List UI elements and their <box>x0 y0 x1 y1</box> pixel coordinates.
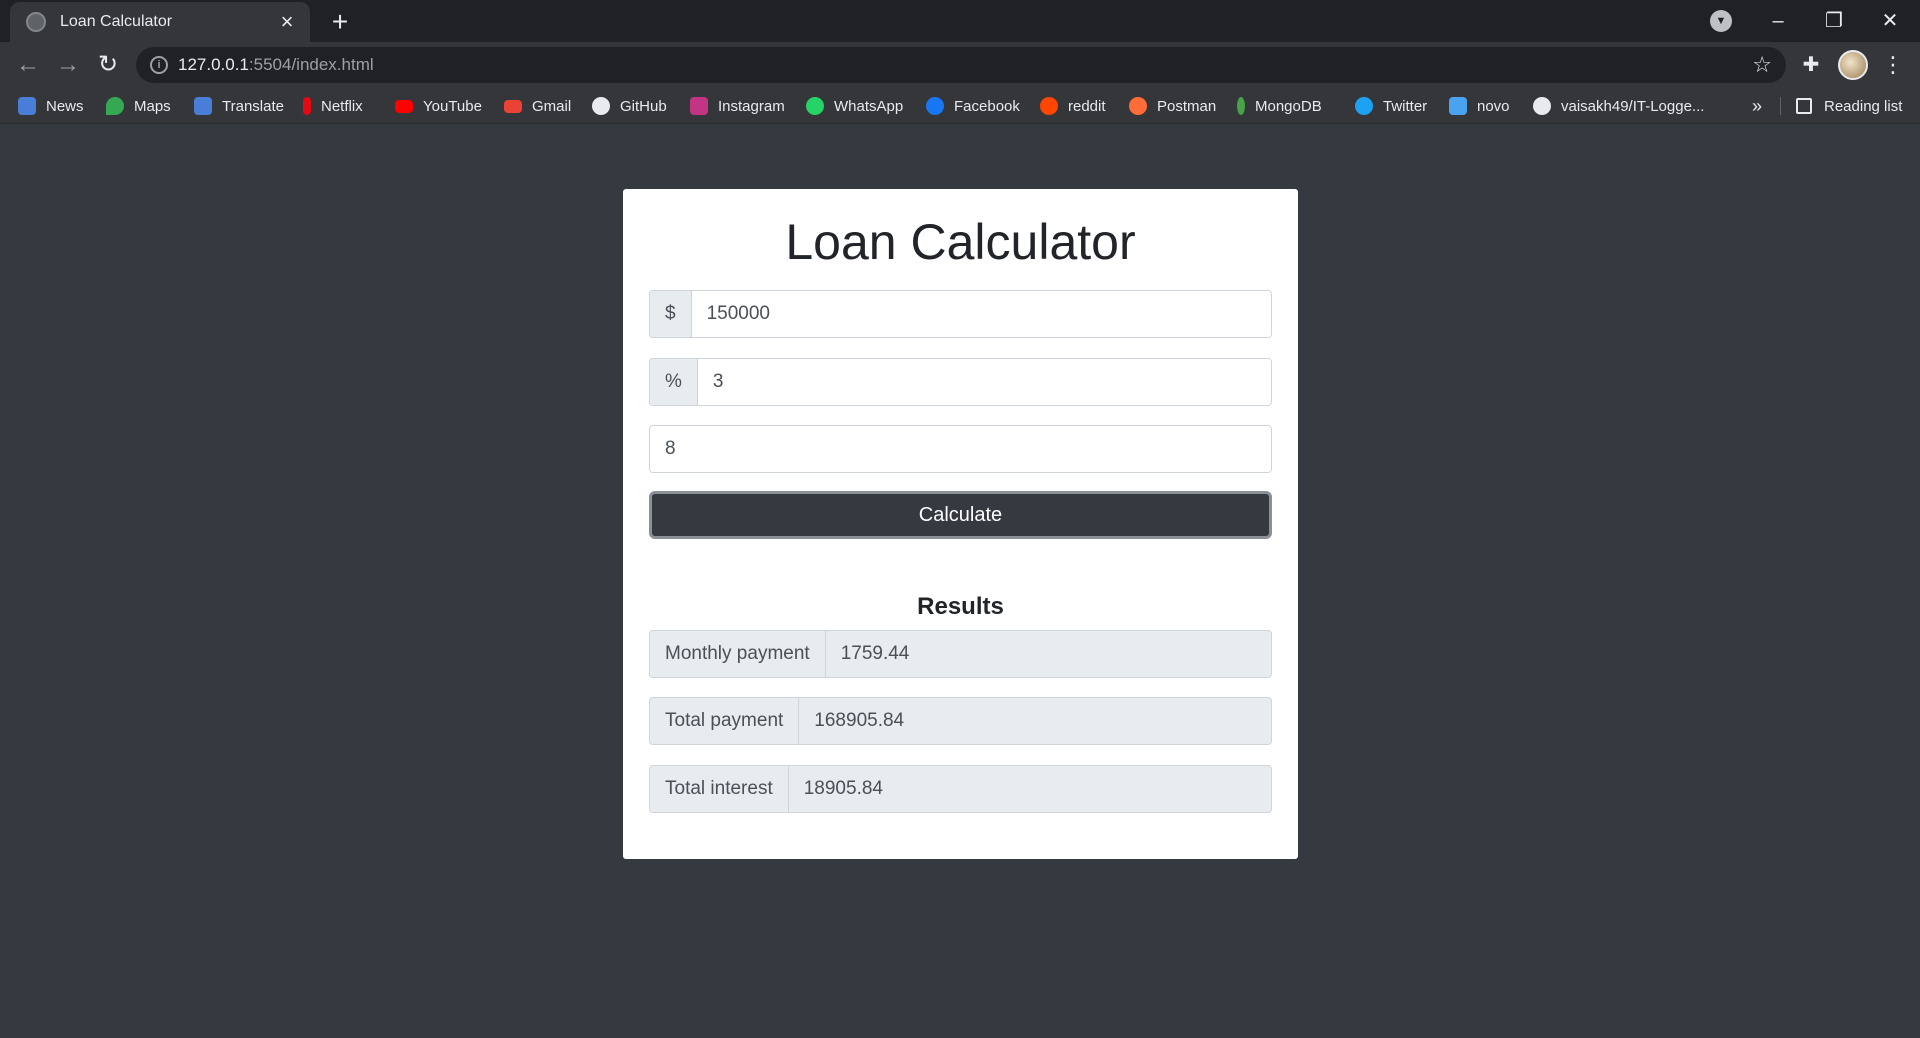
profile-avatar[interactable] <box>1838 50 1868 80</box>
back-icon[interactable]: ← <box>12 49 44 81</box>
bookmark-novo[interactable]: novo <box>1449 94 1510 118</box>
extensions-puzzle-icon[interactable]: ✚ <box>1796 50 1826 80</box>
results-heading: Results <box>917 593 1004 620</box>
kebab-menu-icon[interactable]: ⋮ <box>1878 50 1908 80</box>
news-icon <box>18 97 36 115</box>
mongodb-icon <box>1237 97 1245 115</box>
dollar-addon: $ <box>650 291 692 337</box>
reload-icon[interactable]: ↻ <box>92 49 124 81</box>
address-bar[interactable]: i 127.0.0.1:5504/index.html ☆ <box>136 47 1786 83</box>
bookmark-facebook[interactable]: Facebook <box>926 94 1020 118</box>
loan-calculator-card: Loan Calculator $ % Calculate Results Mo… <box>623 189 1298 859</box>
browser-toolbar: ← → ↻ i 127.0.0.1:5504/index.html ☆ ✚ ⋮ <box>0 42 1920 88</box>
total-payment-label: Total payment <box>650 698 800 744</box>
bookmark-news[interactable]: News <box>18 94 84 118</box>
novo-icon <box>1449 97 1467 115</box>
youtube-icon <box>395 99 413 113</box>
reading-list-button[interactable]: Reading list <box>1796 94 1902 118</box>
bookmark-instagram[interactable]: Instagram <box>690 94 785 118</box>
netflix-icon <box>303 97 311 115</box>
new-tab-button[interactable]: + <box>324 6 356 38</box>
forward-icon[interactable]: → <box>52 49 84 81</box>
interest-rate-input[interactable] <box>697 359 1271 405</box>
years-input[interactable] <box>650 426 1271 472</box>
bookmarks-bar: News Maps Translate Netflix YouTube Gmai… <box>0 88 1920 124</box>
twitter-icon <box>1355 97 1373 115</box>
bookmark-translate[interactable]: Translate <box>194 94 284 118</box>
restore-button[interactable]: ❐ <box>1806 4 1862 38</box>
github-icon <box>1533 97 1551 115</box>
gmail-icon <box>504 99 522 113</box>
bookmark-whatsapp[interactable]: WhatsApp <box>806 94 903 118</box>
bookmark-gmail[interactable]: Gmail <box>504 94 571 118</box>
instagram-icon <box>690 97 708 115</box>
bookmark-netflix[interactable]: Netflix <box>303 94 363 118</box>
close-icon[interactable]: × <box>274 9 300 35</box>
page-title: Loan Calculator <box>785 214 1136 270</box>
bookmark-reddit[interactable]: reddit <box>1040 94 1106 118</box>
url-text[interactable]: 127.0.0.1:5504/index.html <box>178 55 374 75</box>
total-payment-row: Total payment <box>649 697 1272 745</box>
window-close-button[interactable]: ✕ <box>1862 4 1918 38</box>
more-bookmarks-button[interactable]: » <box>1752 94 1762 118</box>
years-input-group <box>649 425 1272 473</box>
tab-search-icon[interactable]: ▼ <box>1710 10 1732 32</box>
bookmark-star-icon[interactable]: ☆ <box>1752 51 1772 79</box>
total-interest-label: Total interest <box>650 766 789 812</box>
reading-list-icon <box>1796 98 1812 114</box>
bookmarks-divider <box>1780 97 1781 115</box>
bookmark-github[interactable]: GitHub <box>592 94 667 118</box>
total-payment-output <box>799 698 1271 744</box>
facebook-icon <box>926 97 944 115</box>
total-interest-row: Total interest <box>649 765 1272 813</box>
bookmark-maps[interactable]: Maps <box>106 94 171 118</box>
bookmark-github-repo[interactable]: vaisakh49/IT-Logge... <box>1533 94 1704 118</box>
bookmark-mongodb[interactable]: MongoDB <box>1237 94 1322 118</box>
monthly-payment-label: Monthly payment <box>650 631 826 677</box>
amount-input-group: $ <box>649 290 1272 338</box>
calculate-button[interactable]: Calculate <box>649 491 1272 539</box>
total-interest-output <box>788 766 1271 812</box>
github-icon <box>592 97 610 115</box>
monthly-payment-output <box>825 631 1271 677</box>
loan-amount-input[interactable] <box>691 291 1271 337</box>
globe-icon <box>26 12 46 32</box>
whatsapp-icon <box>806 97 824 115</box>
bookmark-twitter[interactable]: Twitter <box>1355 94 1427 118</box>
postman-icon <box>1129 97 1147 115</box>
monthly-payment-row: Monthly payment <box>649 630 1272 678</box>
tab-strip: Loan Calculator × + ▼ – ❐ ✕ <box>0 0 1920 42</box>
info-icon[interactable]: i <box>150 56 168 74</box>
tab-loan-calculator[interactable]: Loan Calculator × <box>10 2 310 42</box>
reddit-icon <box>1040 97 1058 115</box>
translate-icon <box>194 97 212 115</box>
tab-title: Loan Calculator <box>60 13 173 30</box>
percent-addon: % <box>650 359 698 405</box>
maps-icon <box>106 97 124 115</box>
bookmark-youtube[interactable]: YouTube <box>395 94 482 118</box>
bookmark-postman[interactable]: Postman <box>1129 94 1216 118</box>
interest-input-group: % <box>649 358 1272 406</box>
minimize-button[interactable]: – <box>1750 4 1806 38</box>
